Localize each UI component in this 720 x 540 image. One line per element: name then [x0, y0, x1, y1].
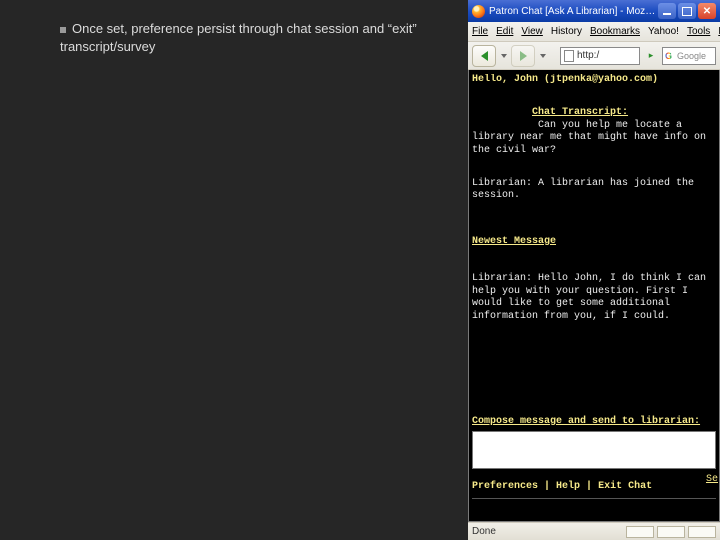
search-box[interactable]: Google [662, 47, 716, 65]
compose-label: Compose message and send to librarian: [472, 416, 716, 427]
bullet-icon [60, 27, 66, 33]
close-button[interactable]: ✕ [698, 3, 716, 19]
firefox-icon [472, 5, 485, 18]
google-icon [665, 51, 675, 61]
chat-transcript-area[interactable]: Hello, John (jtpenka@yahoo.com) Chat Tra… [472, 74, 716, 387]
chat-page: Hello, John (jtpenka@yahoo.com) Chat Tra… [468, 70, 720, 522]
titlebar[interactable]: Patron Chat [Ask A Librarian] - Mozilla … [468, 0, 720, 22]
caption-block: Once set, preference persist through cha… [60, 20, 450, 56]
maximize-button[interactable] [678, 3, 696, 19]
status-panel [688, 526, 716, 538]
menu-file[interactable]: File [472, 26, 488, 37]
back-history-dropdown[interactable] [501, 54, 507, 58]
status-panel [626, 526, 654, 538]
arrow-right-icon [520, 51, 527, 61]
caption-text: Once set, preference persist through cha… [60, 21, 417, 54]
status-text: Done [472, 526, 496, 537]
divider [472, 498, 716, 499]
menu-bookmarks[interactable]: Bookmarks [590, 26, 640, 37]
chat-footer-links: Preferences | Help | Exit Chat [472, 481, 716, 499]
help-link[interactable]: Help [556, 481, 580, 492]
status-panel [657, 526, 685, 538]
preferences-link[interactable]: Preferences [472, 481, 538, 492]
window-title: Patron Chat [Ask A Librarian] - Mozilla … [489, 6, 656, 17]
menu-view[interactable]: View [521, 26, 543, 37]
browser-window: Patron Chat [Ask A Librarian] - Mozilla … [468, 0, 720, 540]
forward-history-dropdown[interactable] [540, 54, 546, 58]
newest-label: Newest Message [472, 236, 716, 249]
newest-block: Newest Message Librarian: Hello John, I … [472, 211, 716, 349]
compose-area: Compose message and send to librarian: S… [472, 416, 716, 469]
back-button[interactable] [472, 45, 496, 67]
minimize-button[interactable] [658, 3, 676, 19]
forward-button[interactable] [511, 45, 535, 67]
menu-edit[interactable]: Edit [496, 26, 513, 37]
nav-toolbar: http:/ ▸ Google [468, 42, 720, 70]
exit-chat-link[interactable]: Exit Chat [598, 481, 652, 492]
menu-yahoo[interactable]: Yahoo! [648, 26, 679, 37]
librarian-joined: Librarian: A librarian has joined the se… [472, 178, 716, 203]
search-placeholder: Google [677, 51, 706, 61]
greeting-line: Hello, John (jtpenka@yahoo.com) [472, 74, 716, 87]
url-text: http:/ [577, 50, 599, 61]
newest-body: Librarian: Hello John, I do think I can … [472, 273, 716, 323]
page-icon [564, 50, 574, 62]
arrow-left-icon [481, 51, 488, 61]
statusbar: Done [468, 522, 720, 540]
message-input[interactable] [472, 431, 716, 469]
transcript-block: Chat Transcript: Can you help me locate … [472, 95, 716, 170]
menu-tools[interactable]: Tools [687, 26, 710, 37]
address-bar[interactable]: http:/ [560, 47, 640, 65]
menu-history[interactable]: History [551, 26, 582, 37]
go-button[interactable]: ▸ [644, 50, 658, 61]
transcript-label: Chat Transcript: [532, 107, 628, 118]
menubar: File Edit View History Bookmarks Yahoo! … [468, 22, 720, 42]
